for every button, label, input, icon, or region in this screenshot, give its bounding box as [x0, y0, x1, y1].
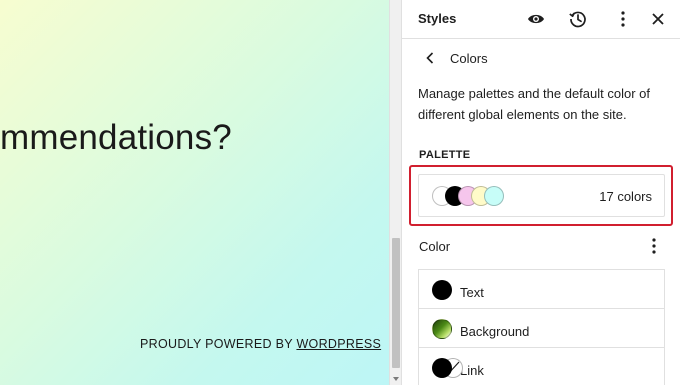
palette-swatches	[432, 186, 522, 206]
navigator-row: Colors	[402, 40, 680, 76]
panel-header: Styles	[402, 0, 680, 39]
element-label: Link	[460, 363, 484, 378]
footer-wordpress-link[interactable]: WORDPRESS	[296, 337, 381, 351]
canvas-scrollbar[interactable]	[389, 0, 401, 385]
scrollbar-thumb[interactable]	[392, 238, 400, 368]
editor-canvas[interactable]: mmendations? PROUDLY POWERED BY WORDPRES…	[0, 0, 389, 385]
footer-text: PROUDLY POWERED BY	[140, 337, 293, 351]
palette-section-label: PALETTE	[419, 149, 471, 161]
panel-title: Styles	[418, 11, 457, 26]
element-label: Background	[460, 324, 530, 339]
options-button[interactable]	[611, 7, 635, 31]
revisions-button[interactable]	[566, 7, 590, 31]
color-element-link[interactable]: Link	[419, 348, 664, 385]
colors-description: Manage palettes and the default color of…	[418, 86, 650, 123]
background-color-swatch	[432, 319, 452, 339]
palette-button[interactable]: 17 colors	[418, 174, 665, 217]
eye-icon	[528, 14, 544, 24]
palette-swatch	[484, 186, 504, 206]
text-color-swatch	[432, 280, 452, 300]
color-element-background[interactable]: Background	[419, 309, 664, 348]
scroll-down-arrow-icon[interactable]	[393, 377, 399, 381]
revisions-icon	[569, 11, 586, 28]
site-footer: PROUDLY POWERED BY WORDPRESS	[140, 337, 381, 351]
link-color-swatch	[432, 358, 452, 378]
element-label: Text	[460, 285, 484, 300]
close-panel-button[interactable]	[646, 7, 670, 31]
chevron-left-icon	[426, 52, 434, 64]
more-vertical-icon	[621, 11, 625, 27]
palette-color-count: 17 colors	[599, 189, 652, 204]
close-icon	[652, 13, 664, 25]
page-headline: mmendations?	[0, 118, 232, 157]
color-section-heading: Color	[419, 239, 451, 254]
nav-title: Colors	[450, 51, 488, 66]
color-element-text[interactable]: Text	[419, 270, 664, 309]
back-button[interactable]	[422, 50, 438, 66]
styles-panel: Styles Colors Manage palettes and the de…	[401, 0, 680, 385]
color-elements-list: Text Background Link	[418, 269, 665, 385]
style-book-button[interactable]	[524, 7, 548, 31]
more-vertical-icon	[652, 238, 656, 254]
link-color-swatches	[432, 358, 463, 378]
color-options-button[interactable]	[644, 235, 664, 257]
